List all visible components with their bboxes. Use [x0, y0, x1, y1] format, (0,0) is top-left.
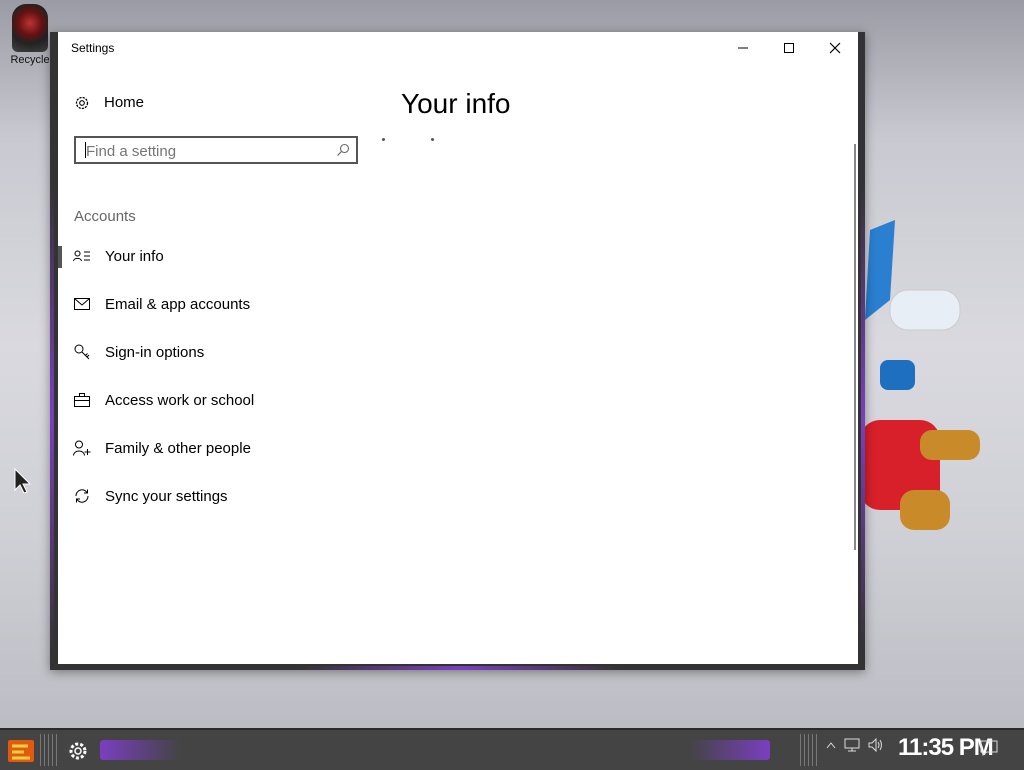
- close-button[interactable]: [812, 32, 858, 64]
- section-heading-accounts: Accounts: [74, 208, 136, 225]
- chevron-up-icon[interactable]: [826, 741, 836, 749]
- network-icon[interactable]: [844, 738, 860, 752]
- settings-window: Settings Home A: [50, 32, 865, 670]
- loading-indicator: [382, 128, 480, 146]
- gear-icon: [75, 96, 89, 109]
- taskbar-decoration: [690, 740, 770, 760]
- nav-item-label: Family & other people: [105, 439, 251, 457]
- mouse-cursor: [14, 468, 32, 494]
- home-label: Home: [104, 94, 145, 111]
- window-frame-accent-right: [861, 182, 865, 652]
- taskbar: 11:35 PM: [0, 728, 1024, 770]
- contact-card-icon: [73, 247, 91, 265]
- taskbar-decoration: [100, 740, 180, 760]
- recycle-bin-desktop-icon[interactable]: Recycle: [4, 4, 56, 66]
- minimize-button[interactable]: [720, 32, 766, 64]
- taskbar-separator: [800, 734, 818, 766]
- maximize-button[interactable]: [766, 32, 812, 64]
- nav-item-label: Sign-in options: [105, 343, 205, 361]
- maximize-icon: [784, 43, 794, 53]
- settings-client-area: Settings Home A: [58, 32, 858, 664]
- page-title: Your info: [401, 88, 511, 119]
- minimize-icon: [738, 47, 748, 49]
- nav-item-sync-your-settings[interactable]: Sync your settings: [58, 478, 358, 514]
- start-button[interactable]: [6, 736, 36, 764]
- window-title: Settings: [71, 41, 115, 55]
- home-nav-item[interactable]: Home: [74, 94, 144, 111]
- content-scrollbar[interactable]: [854, 144, 856, 550]
- close-icon: [829, 42, 841, 54]
- nav-item-email-app-accounts[interactable]: Email & app accounts: [58, 286, 358, 322]
- recycle-bin-icon: [12, 4, 48, 52]
- nav-item-label: Access work or school: [105, 391, 255, 409]
- key-icon: [73, 343, 91, 361]
- mail-icon: [73, 295, 91, 313]
- sync-icon: [73, 487, 91, 505]
- search-input[interactable]: [84, 138, 328, 164]
- window-frame-accent-bottom: [300, 666, 620, 670]
- briefcase-icon: [73, 391, 91, 409]
- taskbar-separator: [40, 734, 58, 766]
- nav-item-label: Sync your settings: [105, 487, 228, 505]
- volume-icon[interactable]: [868, 738, 884, 752]
- recycle-bin-label: Recycle: [10, 54, 50, 66]
- window-frame-accent-left: [50, 182, 54, 652]
- title-bar[interactable]: Settings: [58, 32, 858, 64]
- text-caret: [85, 142, 86, 158]
- nav-item-sign-in-options[interactable]: Sign-in options: [58, 334, 358, 370]
- gear-icon: [69, 742, 87, 760]
- wallpaper-character: [860, 220, 980, 530]
- nav-item-family-other-people[interactable]: Family & other people: [58, 430, 358, 466]
- search-icon[interactable]: [336, 143, 350, 157]
- taskbar-settings-app[interactable]: [60, 736, 96, 766]
- nav-item-label: Your info: [105, 247, 164, 265]
- system-tray: [826, 738, 884, 752]
- nav-item-access-work-or-school[interactable]: Access work or school: [58, 382, 358, 418]
- action-center-icon[interactable]: [980, 740, 998, 756]
- nav-item-your-info[interactable]: Your info: [58, 238, 358, 274]
- taskbar-clock[interactable]: 11:35 PM: [898, 734, 994, 762]
- add-person-icon: [73, 439, 91, 457]
- search-box[interactable]: [74, 136, 358, 164]
- nav-item-label: Email & app accounts: [105, 295, 251, 313]
